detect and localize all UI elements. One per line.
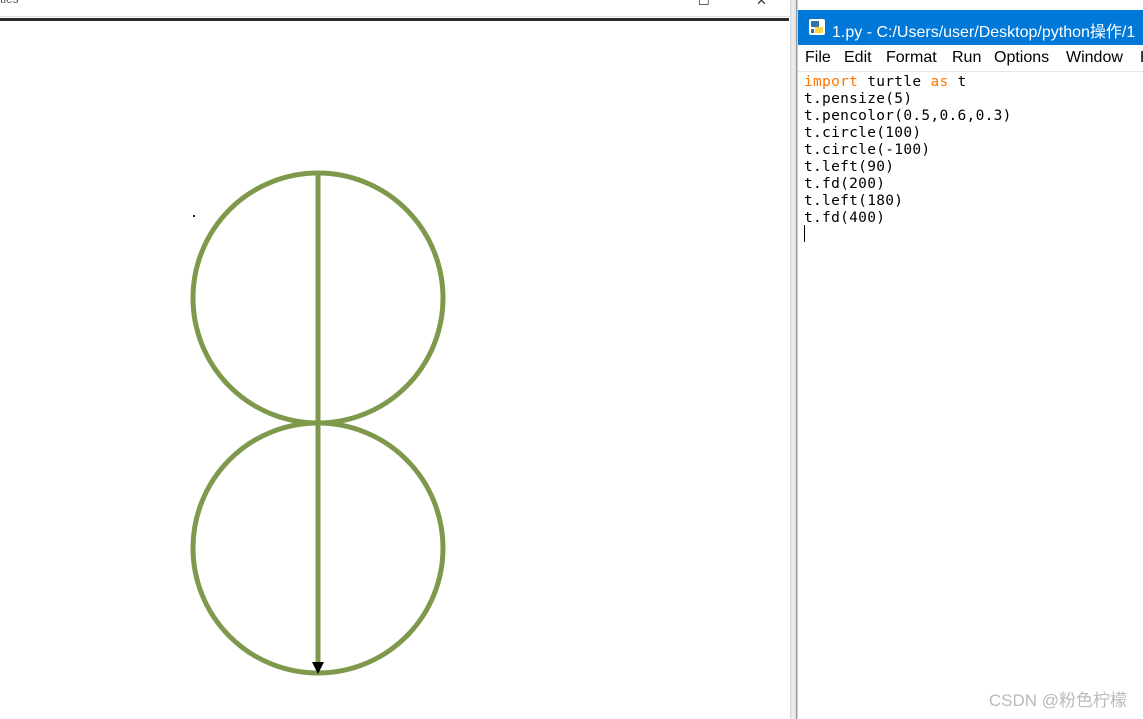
code-line: import turtle as t: [804, 74, 967, 90]
menu-file[interactable]: File: [805, 49, 831, 67]
code-line: t.circle(100): [804, 125, 921, 141]
desktop-screen: tles ☐ ✕ 1.py - C:/Users/u: [0, 0, 1143, 719]
code-text: t.circle(100): [804, 125, 922, 141]
code-keyword: import: [804, 74, 859, 90]
editor-title: 1.py - C:/Users/user/Desktop/python操作/1: [832, 24, 1136, 41]
code-text: t.circle(-100): [804, 142, 931, 158]
code-text: t.fd(200): [804, 176, 886, 192]
menu-window[interactable]: Window: [1066, 49, 1123, 67]
csdn-watermark: CSDN @粉色柠檬: [988, 691, 1127, 710]
turtle-window-titlebar[interactable]: tles ☐ ✕: [0, 0, 790, 17]
code-editor-area[interactable]: import turtle as t t.pensize(5) t.pencolor…: [798, 72, 1143, 719]
stray-pixel: [193, 215, 195, 217]
code-text: t.pencolor(0.5,0.6,0.3): [804, 108, 1012, 124]
code-line: t.fd(200): [804, 176, 885, 192]
editor-menubar: File Edit Format Run Options Window H: [798, 45, 1143, 72]
idle-editor-window: 1.py - C:/Users/user/Desktop/python操作/1 …: [798, 0, 1143, 719]
text-cursor: [804, 225, 805, 242]
maximize-icon[interactable]: ☐: [698, 0, 710, 9]
code-text: t: [948, 74, 967, 90]
code-line: t.fd(400): [804, 210, 885, 226]
window-divider-line: [796, 0, 797, 719]
menu-options[interactable]: Options: [994, 49, 1049, 67]
turtle-drawing: [190, 170, 446, 676]
editor-titlebar[interactable]: 1.py - C:/Users/user/Desktop/python操作/1: [798, 10, 1143, 45]
editor-top-strip: [798, 0, 1143, 10]
menu-run[interactable]: Run: [952, 49, 981, 67]
code-line: t.left(180): [804, 193, 903, 209]
menu-edit[interactable]: Edit: [844, 49, 872, 67]
code-line: t.pensize(5): [804, 91, 912, 107]
code-text: t.left(180): [804, 193, 904, 209]
code-text: t.pensize(5): [804, 91, 913, 107]
code-text: t.fd(400): [804, 210, 886, 226]
code-text: turtle: [858, 74, 931, 90]
turtle-canvas[interactable]: [0, 21, 789, 719]
idle-app-icon: [809, 19, 825, 35]
code-keyword: as: [930, 74, 949, 90]
code-line: t.pencolor(0.5,0.6,0.3): [804, 108, 1012, 124]
turtle-window-title: tles: [0, 0, 19, 6]
code-line: t.left(90): [804, 159, 894, 175]
turtle-graphics-window: tles ☐ ✕: [0, 0, 790, 719]
close-icon[interactable]: ✕: [756, 0, 767, 9]
code-line: t.circle(-100): [804, 142, 930, 158]
menu-format[interactable]: Format: [886, 49, 937, 67]
code-text: t.left(90): [804, 159, 895, 175]
